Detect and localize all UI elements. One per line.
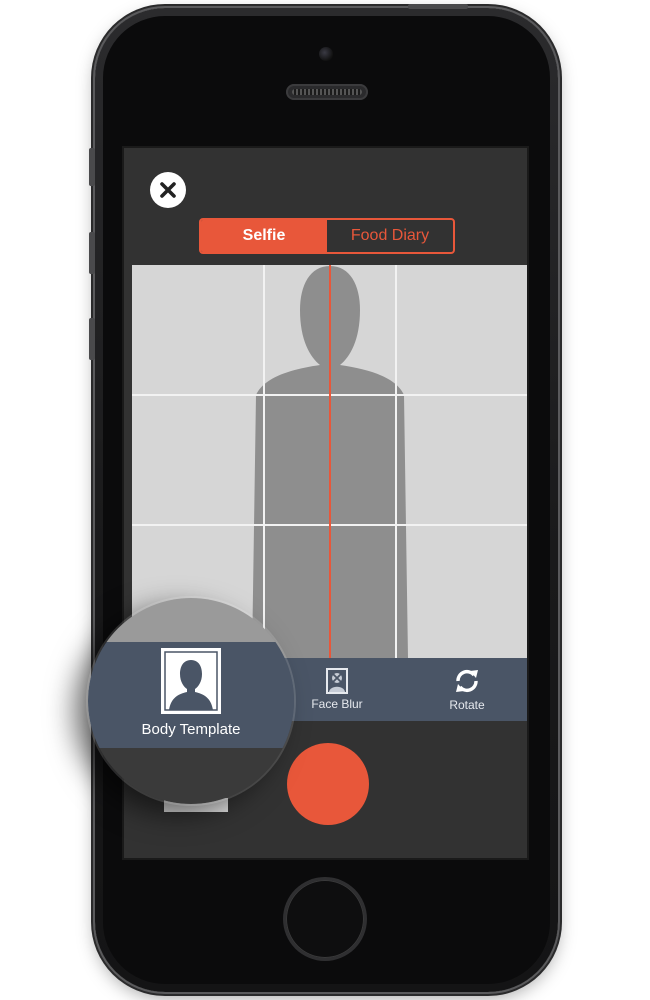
earpiece-speaker — [286, 84, 368, 100]
center-guide-line — [329, 265, 331, 658]
shutter-button[interactable] — [287, 743, 369, 825]
front-camera — [319, 47, 333, 61]
mode-segmented-control: Selfie Food Diary — [199, 218, 455, 254]
magnifier-viewfinder-area — [88, 598, 294, 642]
magnifier-callout: Body Template — [88, 598, 294, 804]
close-x-icon — [160, 182, 176, 198]
volume-down-button — [89, 318, 95, 360]
close-button[interactable] — [150, 172, 186, 208]
silent-switch — [89, 148, 95, 186]
body-template-button[interactable] — [161, 648, 221, 714]
grid-line-vertical-2 — [395, 265, 397, 658]
face-blur-button[interactable]: Face Blur — [287, 658, 387, 721]
body-silhouette-icon — [163, 650, 219, 712]
power-button — [408, 4, 468, 9]
tab-food-diary[interactable]: Food Diary — [327, 220, 453, 252]
volume-up-button — [89, 232, 95, 274]
tab-selfie[interactable]: Selfie — [201, 220, 327, 252]
face-blur-icon — [326, 668, 348, 694]
rotate-label: Rotate — [449, 698, 485, 712]
body-template-label[interactable]: Body Template — [88, 721, 294, 738]
rotate-button[interactable]: Rotate — [417, 658, 517, 721]
home-button[interactable] — [286, 880, 364, 958]
face-blur-label: Face Blur — [311, 697, 363, 711]
rotate-icon — [456, 670, 478, 692]
magnifier-bottom-area — [88, 748, 294, 804]
